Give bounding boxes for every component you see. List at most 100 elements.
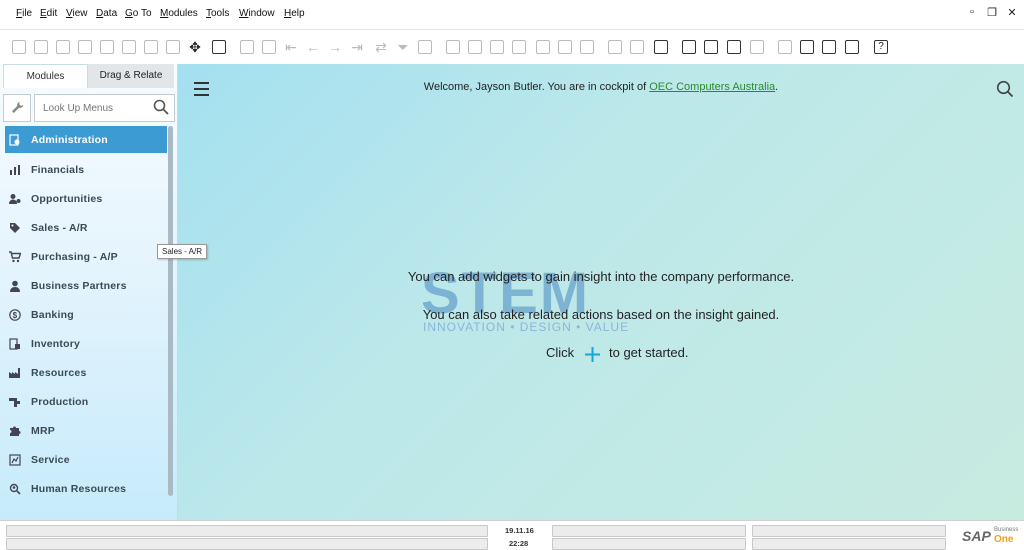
sidebar-item-administration[interactable]: Administration: [5, 126, 167, 153]
workflow-icon[interactable]: [778, 40, 792, 54]
sidebar-item-opportunities[interactable]: Opportunities: [5, 184, 167, 213]
person-money-icon: [8, 192, 22, 206]
volume-icon[interactable]: [580, 40, 594, 54]
sidebar-item-label: Inventory: [31, 337, 81, 350]
sidebar-item-resources[interactable]: Resources: [5, 358, 167, 387]
sidebar-item-inventory[interactable]: Inventory: [5, 329, 167, 358]
base-document-icon[interactable]: [446, 40, 460, 54]
menu-view[interactable]: View: [66, 8, 88, 19]
report-icon[interactable]: [654, 40, 668, 54]
company-link[interactable]: OEC Computers Australia: [649, 81, 775, 93]
sidebar-item-service[interactable]: Service: [5, 445, 167, 474]
svg-text:$: $: [13, 311, 18, 320]
sidebar-item-label: Service: [31, 453, 70, 466]
last-record-icon[interactable]: ⇥: [350, 40, 364, 54]
kpi-icon[interactable]: [822, 40, 836, 54]
status-date: 19.11.16: [505, 526, 534, 535]
pdf-icon[interactable]: [166, 40, 180, 54]
inventory-icon: [8, 337, 22, 351]
sidebar-item-label: Financials: [31, 163, 85, 176]
word-icon[interactable]: [144, 40, 158, 54]
move-icon[interactable]: ✥: [188, 40, 202, 54]
welcome-message: Welcome, Jayson Butler. You are in cockp…: [178, 81, 1024, 93]
sidebar-item-label: Resources: [31, 366, 87, 379]
sidebar-item-human-resources[interactable]: Human Resources: [5, 474, 167, 503]
edit-form-icon[interactable]: [608, 40, 622, 54]
cockpit-search-icon[interactable]: [996, 80, 1014, 103]
activity-icon[interactable]: [512, 40, 526, 54]
sidebar-scrollbar[interactable]: [168, 126, 173, 496]
search-icon[interactable]: [153, 99, 169, 120]
next-record-icon[interactable]: →: [328, 40, 342, 54]
actions-hint: You can also take related actions based …: [422, 307, 780, 322]
help-icon[interactable]: ?: [874, 40, 888, 54]
menu-tools[interactable]: Tools: [206, 8, 229, 19]
menu-goto[interactable]: Go To: [125, 8, 152, 19]
export-icon[interactable]: [78, 40, 92, 54]
preview-icon[interactable]: [12, 40, 26, 54]
gross-profit-icon[interactable]: [558, 40, 572, 54]
sort-icon[interactable]: [418, 40, 432, 54]
get-started-label: to get started.: [609, 345, 689, 360]
menu-help[interactable]: Help: [284, 8, 305, 19]
messages-icon[interactable]: [704, 40, 718, 54]
filter-icon[interactable]: ⏷: [396, 40, 410, 54]
users-icon[interactable]: [750, 40, 764, 54]
menu-data[interactable]: Data: [96, 8, 117, 19]
toolbar: ✥ ⇤ ← → ⇥ ⇄ ⏷ ?: [0, 36, 1024, 62]
cart-icon: [8, 250, 22, 264]
sidebar-item-mrp[interactable]: MRP: [5, 416, 167, 445]
restore-icon[interactable]: ❐: [986, 6, 998, 19]
close-icon[interactable]: ✕: [1006, 6, 1018, 19]
target-document-icon[interactable]: [468, 40, 482, 54]
tab-modules[interactable]: Modules: [3, 64, 88, 88]
menu-edit[interactable]: Edit: [40, 8, 57, 19]
fax-icon[interactable]: [100, 40, 114, 54]
add-record-icon[interactable]: [262, 40, 276, 54]
status-time: 22:28: [509, 539, 529, 548]
approve-icon[interactable]: [845, 40, 859, 54]
puzzle-icon: [8, 424, 22, 438]
payment-icon[interactable]: [536, 40, 550, 54]
customize-button[interactable]: [3, 94, 31, 122]
first-record-icon[interactable]: ⇤: [284, 40, 298, 54]
sidebar-item-production[interactable]: Production: [5, 387, 167, 416]
sidebar-item-financials[interactable]: Financials: [5, 155, 167, 184]
widgets-icon[interactable]: [800, 40, 814, 54]
calculator-icon[interactable]: [727, 40, 741, 54]
status-field-6: [752, 538, 946, 550]
module-list: Administration Financials Opportunities …: [5, 126, 167, 503]
binoculars-icon[interactable]: [240, 40, 254, 54]
wrench-icon: [12, 102, 23, 113]
layout-icon[interactable]: [212, 40, 226, 54]
refresh-icon[interactable]: ⇄: [374, 40, 388, 54]
add-widget-button[interactable]: [584, 346, 601, 368]
status-field-3: [552, 525, 746, 537]
excel-icon[interactable]: [122, 40, 136, 54]
query-icon[interactable]: [630, 40, 644, 54]
tab-drag-relate[interactable]: Drag & Relate: [88, 64, 174, 88]
sidebar-item-sales-ar[interactable]: Sales - A/R: [5, 213, 167, 242]
sidebar-item-business-partners[interactable]: Business Partners: [5, 271, 167, 300]
module-sidebar: Modules Drag & Relate Administration Fin…: [0, 64, 178, 520]
status-field-4: [552, 538, 746, 550]
journal-icon[interactable]: [490, 40, 504, 54]
person-icon: [8, 279, 22, 293]
minimize-icon[interactable]: ▫: [966, 6, 978, 19]
production-icon: [8, 395, 22, 409]
sidebar-item-purchasing-ap[interactable]: Purchasing - A/P: [5, 242, 167, 271]
alerts-icon[interactable]: [682, 40, 696, 54]
email-icon[interactable]: [56, 40, 70, 54]
menu-modules[interactable]: Modules: [160, 8, 198, 19]
watermark-tagline: INNOVATION • DESIGN • VALUE: [423, 320, 630, 334]
print-icon[interactable]: [34, 40, 48, 54]
chart-icon: [8, 163, 22, 177]
sap-logo-text: SAP: [962, 528, 991, 544]
previous-record-icon[interactable]: ←: [306, 40, 320, 54]
sidebar-item-label: Banking: [31, 308, 74, 321]
dollar-icon: $: [8, 308, 22, 322]
menu-file[interactable]: File: [16, 8, 32, 19]
sidebar-item-banking[interactable]: $ Banking: [5, 300, 167, 329]
menu-window[interactable]: Window: [239, 8, 275, 19]
hr-icon: [8, 482, 22, 496]
